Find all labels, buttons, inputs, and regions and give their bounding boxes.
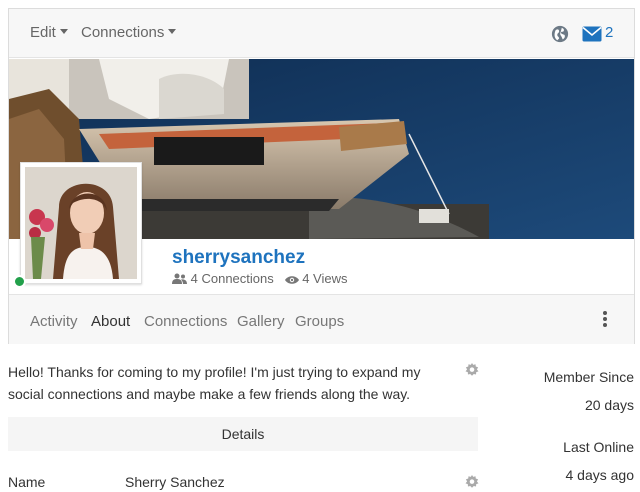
- member-since-label: Member Since: [543, 369, 634, 385]
- chevron-down-icon: [59, 29, 68, 34]
- last-online-value: 4 days ago: [565, 467, 635, 483]
- gear-icon[interactable]: [465, 475, 479, 489]
- avatar-photo: [25, 167, 137, 279]
- views-count: 4 Views: [302, 271, 348, 286]
- profile-stats: 4 Connections 4 Views: [172, 271, 348, 286]
- avatar[interactable]: [20, 162, 142, 284]
- profile-username[interactable]: sherrysanchez: [172, 247, 305, 269]
- field-label-name: Name: [8, 474, 46, 490]
- connections-count[interactable]: 4 Connections: [191, 271, 274, 286]
- chevron-down-icon: [168, 29, 177, 34]
- tab-activity[interactable]: Activity: [30, 313, 78, 330]
- tab-groups[interactable]: Groups: [295, 313, 344, 330]
- users-icon: [172, 273, 187, 284]
- profile-toolbar: Edit Connections 2: [9, 9, 634, 58]
- field-value-name: Sherry Sanchez: [125, 474, 225, 490]
- edit-menu[interactable]: Edit: [30, 24, 68, 41]
- details-section-header: Details: [8, 417, 478, 451]
- profile-card: Edit Connections 2 sherrysanchez 4 Conne…: [8, 8, 635, 344]
- gear-icon[interactable]: [465, 363, 479, 377]
- online-status-indicator: [13, 275, 26, 288]
- edit-menu-label: Edit: [30, 24, 56, 41]
- member-since-value: 20 days: [584, 397, 634, 413]
- profile-bio: Hello! Thanks for coming to my profile! …: [8, 364, 421, 402]
- envelope-icon[interactable]: [582, 26, 602, 42]
- kebab-menu-icon[interactable]: [601, 311, 609, 329]
- connections-menu[interactable]: Connections: [81, 24, 177, 41]
- tab-gallery[interactable]: Gallery: [237, 313, 285, 330]
- profile-tabs: Activity About Connections Gallery Group…: [9, 294, 634, 344]
- last-online-label: Last Online: [563, 439, 634, 455]
- eye-icon: [284, 276, 299, 284]
- tab-connections[interactable]: Connections: [144, 313, 227, 330]
- mail-count-badge[interactable]: 2: [605, 24, 613, 41]
- globe-icon[interactable]: [551, 25, 569, 43]
- tab-about[interactable]: About: [91, 313, 130, 330]
- connections-menu-label: Connections: [81, 24, 165, 41]
